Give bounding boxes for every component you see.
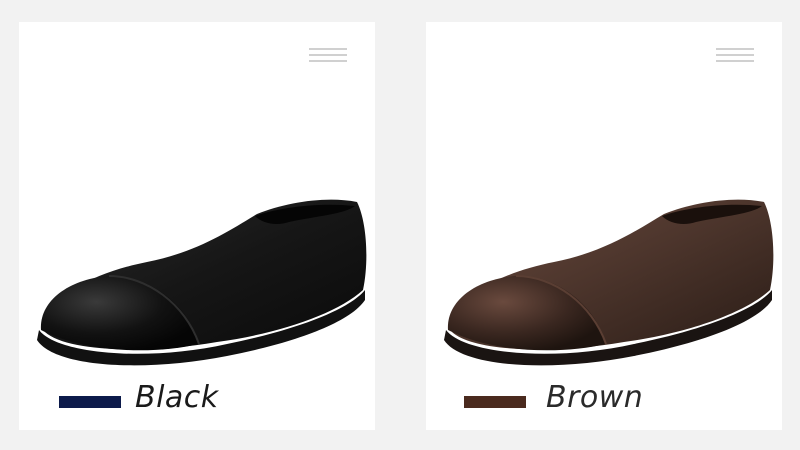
brown-color-swatch [464,396,526,408]
menu-lines-icon [309,48,347,64]
black-variant-label: Black [135,380,219,415]
black-loafer-image [37,199,367,366]
black-color-swatch [59,396,121,408]
product-card-black[interactable]: Black [19,22,375,430]
product-card-brown[interactable]: Brown [426,22,782,430]
brown-loafer-image [444,199,774,366]
brown-variant-label: Brown [546,380,644,415]
menu-lines-icon [716,48,754,64]
